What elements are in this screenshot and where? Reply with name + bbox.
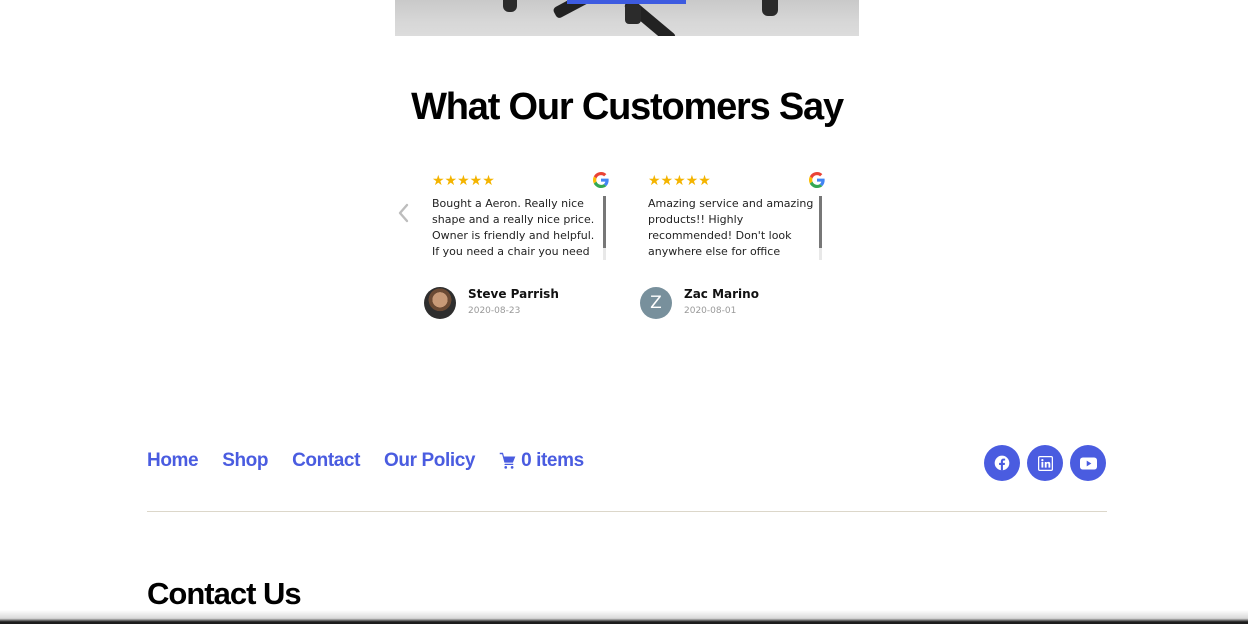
- google-icon[interactable]: [593, 172, 609, 188]
- hero-image: [395, 0, 859, 36]
- facebook-link[interactable]: [984, 445, 1020, 481]
- cart-count: 0 items: [521, 450, 584, 471]
- review-scrollbar[interactable]: [819, 196, 822, 260]
- scrollbar-thumb[interactable]: [819, 196, 822, 248]
- footer-nav: Home Shop Contact Our Policy 0 items: [147, 450, 584, 472]
- footer-nav-home[interactable]: Home: [147, 450, 199, 472]
- section-title: What Our Customers Say: [411, 86, 844, 128]
- hero-cta-button[interactable]: [567, 0, 686, 4]
- linkedin-icon: [1037, 455, 1053, 471]
- footer-nav-shop[interactable]: Shop: [222, 450, 268, 472]
- youtube-link[interactable]: [1070, 445, 1106, 481]
- review-date: 2020-08-01: [684, 306, 737, 316]
- reviewer-name: Steve Parrish: [468, 287, 559, 301]
- chair-wheel: [503, 0, 517, 12]
- contact-title: Contact Us: [147, 576, 302, 611]
- chevron-left-icon: [398, 203, 409, 223]
- star-rating: ★★★★★: [432, 173, 495, 189]
- review-text: Amazing service and amazing products!! H…: [648, 197, 814, 258]
- review-date: 2020-08-23: [468, 306, 521, 316]
- cart-icon: [499, 452, 516, 469]
- avatar: Z: [640, 287, 672, 319]
- carousel-prev-button[interactable]: [395, 201, 413, 225]
- footer-nav-contact[interactable]: Contact: [292, 450, 360, 472]
- star-rating: ★★★★★: [648, 173, 711, 189]
- footer-nav-cart[interactable]: 0 items: [499, 450, 584, 472]
- review-scrollbar[interactable]: [603, 196, 606, 260]
- facebook-icon: [994, 455, 1010, 471]
- linkedin-link[interactable]: [1027, 445, 1063, 481]
- chair-wheel: [625, 4, 641, 24]
- reviewer-name: Zac Marino: [684, 287, 759, 301]
- chair-wheel: [762, 0, 778, 16]
- youtube-icon: [1079, 456, 1097, 470]
- review-card: ★★★★★ Bought a Aeron. Really nice shape …: [424, 170, 619, 330]
- scrollbar-thumb[interactable]: [603, 196, 606, 248]
- window-bottom-edge: [0, 610, 1248, 624]
- google-icon[interactable]: [809, 172, 825, 188]
- footer-divider: [147, 511, 1107, 512]
- footer-nav-policy[interactable]: Our Policy: [384, 450, 475, 472]
- avatar: [424, 287, 456, 319]
- review-text: Bought a Aeron. Really nice shape and a …: [432, 197, 595, 258]
- review-card: ★★★★★ Amazing service and amazing produc…: [640, 170, 835, 330]
